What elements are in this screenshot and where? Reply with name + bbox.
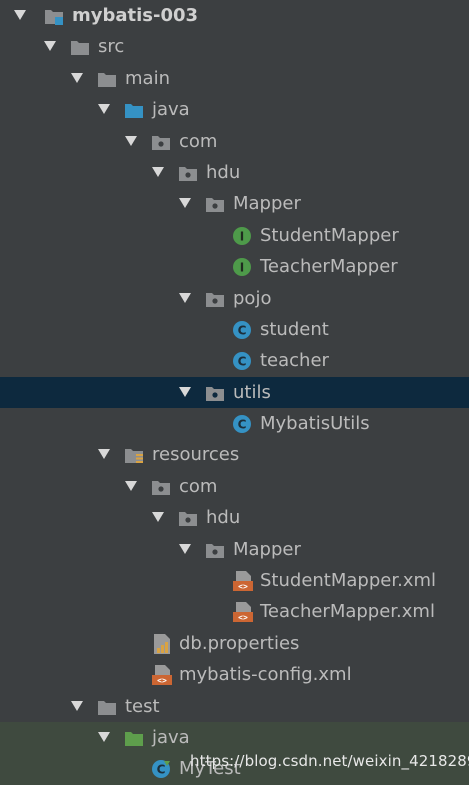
expand-arrow-icon[interactable] (152, 512, 164, 523)
package-icon (179, 512, 197, 527)
tree-row-java[interactable]: java (0, 94, 469, 125)
folder-icon (71, 41, 89, 56)
expand-arrow-icon[interactable] (44, 41, 56, 52)
svg-text:C: C (238, 418, 247, 432)
tree-row-pojo[interactable]: pojo (0, 283, 469, 314)
tree-label: mybatis-config.xml (179, 664, 352, 686)
svg-text:C: C (238, 355, 247, 369)
tree-row-com[interactable]: com (0, 126, 469, 157)
tree-label: java (152, 726, 190, 748)
package-icon (179, 166, 197, 181)
watermark-text: https://blog.csdn.net/weixin_42182892 (190, 752, 469, 770)
expand-arrow-icon[interactable] (179, 292, 191, 303)
expand-arrow-icon[interactable] (152, 166, 164, 177)
module-folder-icon (45, 10, 63, 25)
tree-row-student-mapper-xml[interactable]: <> StudentMapper.xml (0, 565, 469, 596)
properties-file-icon (154, 633, 170, 654)
xml-file-icon: <> (233, 602, 253, 623)
tree-label: pojo (233, 287, 272, 309)
tree-label: student (260, 318, 329, 340)
tree-label: java (152, 99, 190, 121)
xml-file-icon: <> (233, 571, 253, 592)
tree-row-teacher-mapper-xml[interactable]: <> TeacherMapper.xml (0, 596, 469, 627)
tree-row-src[interactable]: src (0, 31, 469, 62)
expand-arrow-icon[interactable] (98, 104, 110, 115)
expand-arrow-icon[interactable] (179, 198, 191, 209)
tree-label: teacher (260, 350, 329, 372)
tree-label: TeacherMapper (260, 256, 398, 278)
tree-label: MybatisUtils (260, 413, 370, 435)
svg-text:C: C (157, 763, 166, 777)
tree-row-res-com[interactable]: com (0, 471, 469, 502)
expand-arrow-icon[interactable] (179, 386, 191, 397)
folder-icon (98, 72, 116, 87)
svg-text:I: I (240, 261, 244, 275)
tree-label: db.properties (179, 632, 300, 654)
tree-label: hdu (206, 161, 241, 183)
svg-text:<>: <> (238, 582, 248, 591)
svg-text:I: I (240, 229, 244, 243)
tree-row-res-hdu[interactable]: hdu (0, 502, 469, 533)
tree-row-utils[interactable]: utils (0, 376, 469, 409)
test-class-icon: C (152, 760, 170, 779)
tree-row-main[interactable]: main (0, 63, 469, 94)
tree-row-resources[interactable]: resources (0, 439, 469, 470)
tree-row-mapper[interactable]: Mapper (0, 188, 469, 219)
tree-label: main (125, 67, 170, 89)
tree-label: TeacherMapper.xml (260, 601, 435, 623)
svg-text:<>: <> (238, 613, 248, 622)
tree-label: Mapper (233, 538, 301, 560)
tree-label: StudentMapper (260, 224, 399, 246)
tree-row-project[interactable]: mybatis-003 (0, 0, 469, 31)
project-name: mybatis-003 (72, 5, 199, 26)
source-folder-icon (125, 104, 143, 119)
test-source-folder-icon (125, 731, 143, 746)
tree-label: StudentMapper.xml (260, 570, 437, 592)
xml-file-icon: <> (152, 665, 172, 686)
svg-text:C: C (238, 323, 247, 337)
tree-row-student-mapper[interactable]: I StudentMapper (0, 220, 469, 251)
svg-text:<>: <> (157, 676, 167, 685)
resources-folder-icon (125, 449, 143, 464)
tree-row-test[interactable]: test (0, 691, 469, 722)
expand-arrow-icon[interactable] (125, 480, 137, 491)
package-icon (206, 198, 224, 213)
folder-icon (98, 700, 116, 715)
tree-label: utils (233, 381, 271, 403)
tree-row-mybatis-config[interactable]: <> mybatis-config.xml (0, 659, 469, 690)
package-icon (206, 543, 224, 558)
tree-label: src (98, 36, 125, 58)
expand-arrow-icon[interactable] (98, 731, 110, 742)
interface-icon: I (233, 258, 251, 277)
expand-arrow-icon[interactable] (179, 543, 191, 554)
package-icon (206, 292, 224, 307)
tree-label: hdu (206, 507, 241, 529)
tree-row-student[interactable]: C student (0, 314, 469, 345)
tree-row-res-mapper[interactable]: Mapper (0, 534, 469, 565)
tree-row-db-properties[interactable]: db.properties (0, 628, 469, 659)
tree-row-teacher[interactable]: C teacher (0, 345, 469, 376)
package-icon (206, 386, 224, 401)
tree-label: Mapper (233, 193, 301, 215)
class-icon: C (233, 352, 251, 371)
tree-row-mybatis-utils[interactable]: C MybatisUtils (0, 408, 469, 439)
expand-arrow-icon[interactable] (71, 72, 83, 83)
tree-row-hdu[interactable]: hdu (0, 157, 469, 188)
package-icon (152, 135, 170, 150)
class-icon: C (233, 320, 251, 339)
tree-row-teacher-mapper[interactable]: I TeacherMapper (0, 251, 469, 282)
class-icon: C (233, 415, 251, 434)
tree-label: com (179, 475, 218, 497)
expand-arrow-icon[interactable] (125, 135, 137, 146)
tree-label: com (179, 130, 218, 152)
package-icon (152, 480, 170, 495)
expand-arrow-icon[interactable] (71, 700, 83, 711)
project-tree: mybatis-003 src main java com hdu Mapper… (0, 0, 469, 785)
tree-label: test (125, 695, 160, 717)
tree-row-test-java[interactable]: java (0, 721, 469, 754)
expand-arrow-icon[interactable] (98, 449, 110, 460)
interface-icon: I (233, 226, 251, 245)
tree-label: resources (152, 444, 240, 466)
expand-arrow-icon[interactable] (14, 10, 26, 20)
